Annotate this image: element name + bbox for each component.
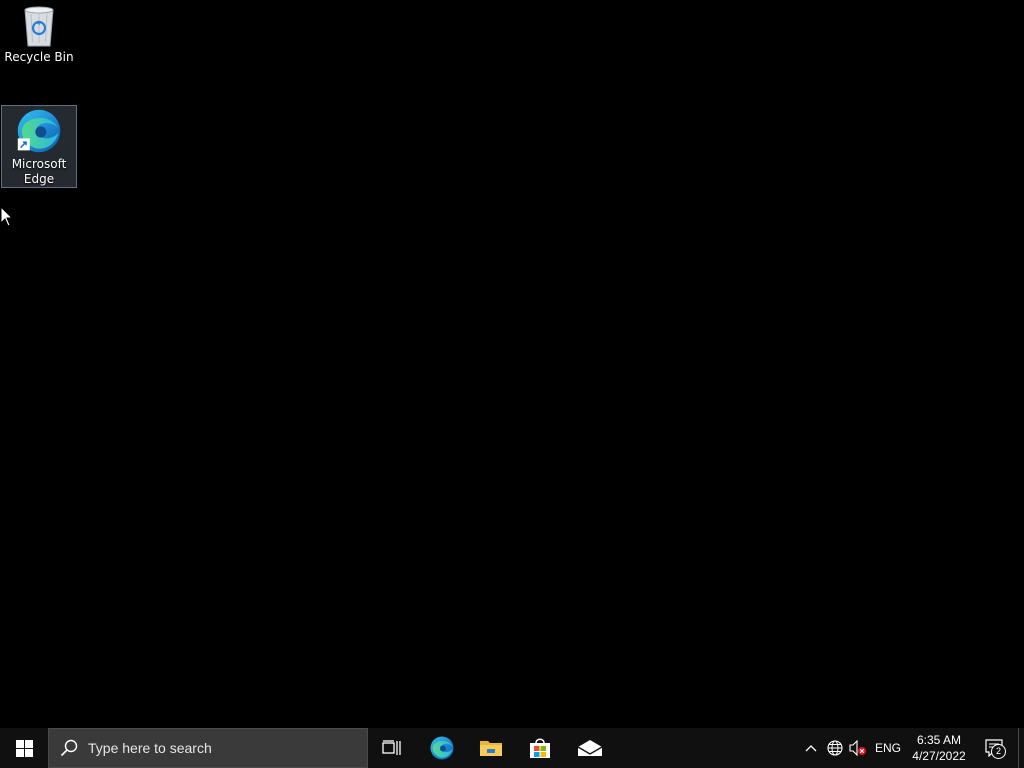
desktop-icon-recycle-bin[interactable]: Recycle Bin bbox=[1, 4, 77, 76]
start-button[interactable] bbox=[0, 728, 48, 768]
search-input[interactable]: Type here to search bbox=[48, 728, 368, 768]
folder-icon bbox=[480, 741, 502, 756]
desktop[interactable]: Recycle Bin Microsoft Edge bbox=[0, 0, 1024, 728]
taskbar-mail-button[interactable] bbox=[566, 728, 614, 768]
clock-time: 6:35 AM bbox=[916, 733, 962, 747]
volume-button[interactable] bbox=[847, 728, 869, 768]
show-hidden-icons-button[interactable] bbox=[800, 728, 822, 768]
task-view-icon bbox=[382, 740, 401, 755]
mail-icon bbox=[577, 740, 603, 756]
search-placeholder: Type here to search bbox=[88, 740, 212, 756]
taskbar-edge-button[interactable] bbox=[418, 728, 466, 768]
mouse-cursor-icon bbox=[0, 206, 14, 227]
clock-button[interactable]: 6:35 AM 4/27/2022 bbox=[906, 728, 972, 768]
taskbar-file-explorer-button[interactable] bbox=[467, 728, 515, 768]
clock-date: 4/27/2022 bbox=[912, 749, 966, 763]
network-button[interactable] bbox=[824, 728, 846, 768]
action-center-button[interactable]: 2 bbox=[978, 728, 1012, 768]
volume-muted-icon bbox=[849, 740, 866, 756]
store-icon bbox=[530, 738, 550, 758]
search-icon bbox=[60, 739, 78, 757]
taskbar-store-button[interactable] bbox=[516, 728, 564, 768]
show-desktop-button[interactable] bbox=[1018, 728, 1024, 768]
notification-count-badge: 2 bbox=[991, 744, 1006, 759]
edge-icon bbox=[430, 736, 454, 760]
edge-icon bbox=[17, 109, 61, 153]
recycle-bin-icon bbox=[24, 6, 54, 47]
globe-icon bbox=[827, 740, 843, 756]
desktop-icon-microsoft-edge[interactable]: Microsoft Edge bbox=[1, 105, 77, 188]
taskbar: Type here to search ENG 6:35 AM 4/27/202… bbox=[0, 728, 1024, 768]
input-language-button[interactable]: ENG bbox=[872, 728, 904, 768]
chevron-up-icon bbox=[805, 745, 817, 752]
recycle-bin-label: Recycle Bin bbox=[4, 50, 74, 64]
microsoft-edge-label: Microsoft Edge bbox=[11, 157, 67, 186]
windows-logo-icon bbox=[15, 739, 33, 757]
task-view-button[interactable] bbox=[368, 728, 416, 768]
